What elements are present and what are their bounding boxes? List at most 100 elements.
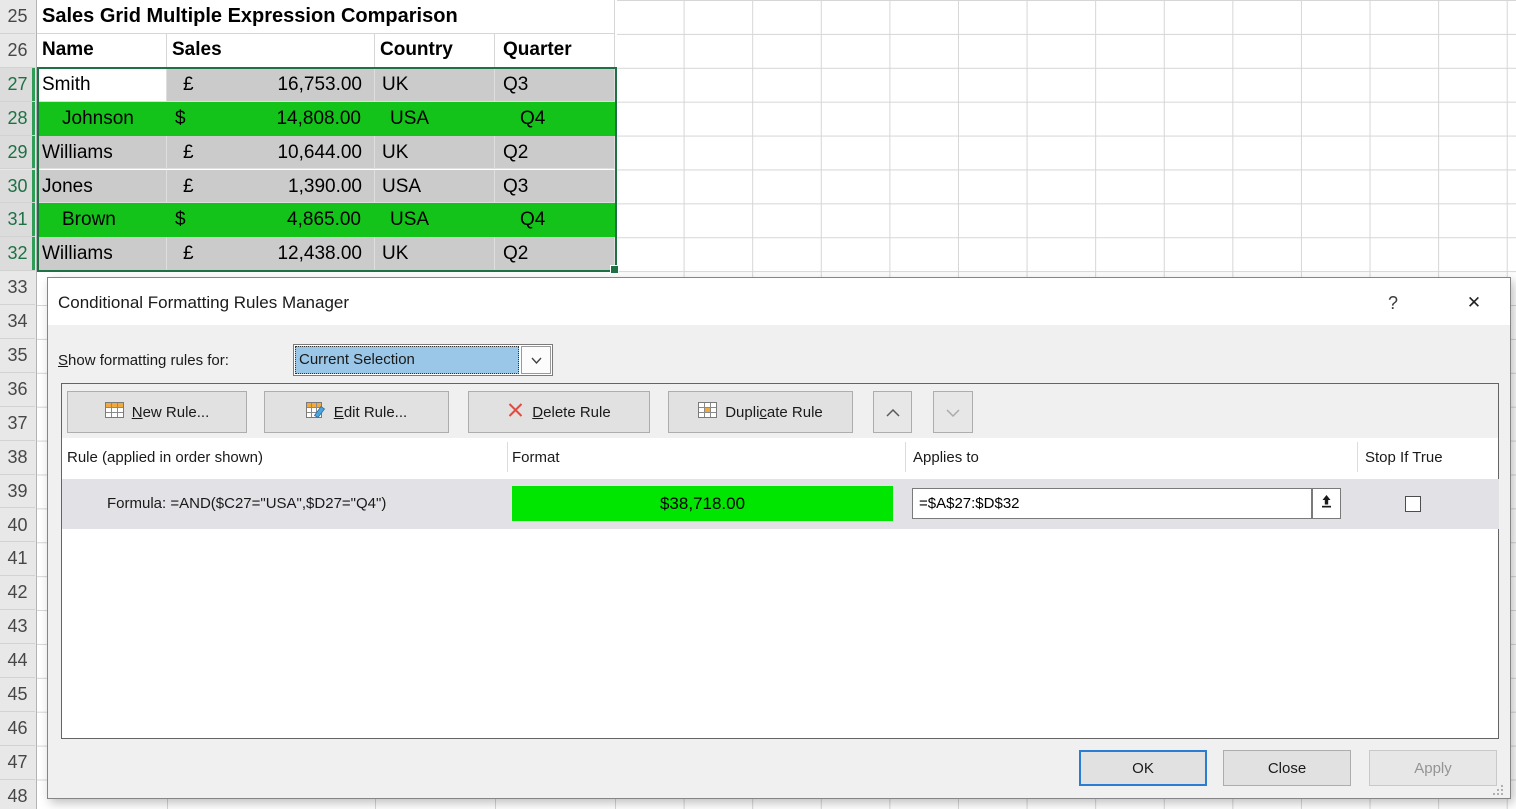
header-separator	[1357, 442, 1358, 472]
column-header-country[interactable]: Country	[375, 34, 495, 68]
cell-quarter[interactable]: Q2	[495, 136, 615, 170]
delete-rule-button[interactable]: Delete Rule	[468, 391, 650, 433]
move-rule-down-button[interactable]	[933, 391, 973, 433]
row-header-32[interactable]: 32	[0, 237, 35, 271]
table-row-27: Smith£16,753.00UKQ3	[37, 68, 615, 102]
header-format: Format	[512, 438, 560, 476]
row-header-48[interactable]: 48	[0, 780, 35, 809]
header-separator	[507, 442, 508, 472]
duplicate-rule-label: Duplicate Rule	[725, 404, 823, 421]
cell-country[interactable]: USA	[375, 102, 495, 136]
currency-symbol: £	[183, 68, 194, 101]
move-rule-up-button[interactable]	[873, 391, 912, 433]
cell-sales[interactable]: $14,808.00	[167, 102, 375, 136]
row-header-34[interactable]: 34	[0, 305, 35, 339]
cell-quarter[interactable]: Q4	[495, 203, 615, 237]
row-header-26[interactable]: 26	[0, 34, 35, 68]
cell-quarter[interactable]: Q4	[495, 102, 615, 136]
row-header-40[interactable]: 40	[0, 509, 35, 543]
delete-rule-label: Delete Rule	[532, 404, 610, 421]
new-rule-label: New Rule...	[132, 404, 210, 421]
row-header-47[interactable]: 47	[0, 746, 35, 780]
cell-name[interactable]: Smith	[37, 68, 167, 102]
rule-row[interactable]: Formula: =AND($C27="USA",$D27="Q4") $38,…	[62, 479, 1499, 529]
row-header-27[interactable]: 27	[0, 68, 35, 102]
row-header-29[interactable]: 29	[0, 136, 35, 170]
show-rules-dropdown[interactable]: Current Selection	[293, 344, 553, 376]
resize-grip[interactable]	[1492, 783, 1504, 800]
new-rule-button[interactable]: New Rule...	[67, 391, 247, 433]
show-rules-label: Show formatting rules for:	[58, 345, 229, 376]
sales-amount: 14,808.00	[276, 102, 361, 136]
sheet-title-cell[interactable]: Sales Grid Multiple Expression Compariso…	[37, 0, 615, 34]
cell-sales[interactable]: £16,753.00	[167, 68, 375, 102]
cell-country[interactable]: UK	[375, 237, 495, 271]
close-button[interactable]: Close	[1223, 750, 1351, 786]
cell-quarter[interactable]: Q3	[495, 68, 615, 102]
cell-name[interactable]: Brown	[37, 203, 167, 237]
cell-sales[interactable]: £12,438.00	[167, 237, 375, 271]
cell-country[interactable]: UK	[375, 68, 495, 102]
duplicate-rule-button[interactable]: Duplicate Rule	[668, 391, 853, 433]
row-header-43[interactable]: 43	[0, 610, 35, 644]
sales-amount: 16,753.00	[277, 68, 362, 101]
cell-country[interactable]: USA	[375, 170, 495, 204]
row-header-45[interactable]: 45	[0, 678, 35, 712]
row-header-28[interactable]: 28	[0, 102, 35, 136]
sales-amount: 10,644.00	[277, 136, 362, 169]
dialog-titlebar[interactable]: Conditional Formatting Rules Manager ? ✕	[48, 278, 1510, 325]
column-header-sales[interactable]: Sales	[167, 34, 375, 68]
cell-sales[interactable]: £10,644.00	[167, 136, 375, 170]
currency-symbol: $	[175, 203, 186, 237]
collapse-range-picker-button[interactable]	[1312, 488, 1341, 519]
cell-sales[interactable]: £1,390.00	[167, 170, 375, 204]
help-icon[interactable]: ?	[1378, 278, 1408, 325]
currency-symbol: $	[175, 102, 186, 136]
row-header-25[interactable]: 25	[0, 0, 35, 34]
close-icon[interactable]: ✕	[1453, 278, 1495, 325]
row-header-38[interactable]: 38	[0, 441, 35, 475]
excel-window: 2526272829303132333435363738394041424344…	[0, 0, 1516, 809]
row-header-33[interactable]: 33	[0, 271, 35, 305]
cell-country[interactable]: UK	[375, 136, 495, 170]
bottom-grid-strip	[37, 799, 617, 809]
row-header-41[interactable]: 41	[0, 542, 35, 576]
table-row-29: Williams£10,644.00UKQ2	[37, 136, 615, 170]
rule-format-preview: $38,718.00	[512, 486, 893, 521]
edit-rule-label: Edit Rule...	[334, 404, 407, 421]
row-header-36[interactable]: 36	[0, 373, 35, 407]
header-stop-if-true: Stop If True	[1365, 438, 1443, 476]
cell-name[interactable]: Williams	[37, 237, 167, 271]
cell-name[interactable]: Jones	[37, 170, 167, 204]
chevron-down-icon[interactable]	[521, 346, 551, 374]
stop-if-true-checkbox[interactable]	[1405, 496, 1421, 512]
row-header-44[interactable]: 44	[0, 644, 35, 678]
conditional-formatting-rules-manager-dialog: Conditional Formatting Rules Manager ? ✕…	[47, 277, 1511, 799]
ok-button[interactable]: OK	[1079, 750, 1207, 786]
edit-rule-button[interactable]: Edit Rule...	[264, 391, 449, 433]
chevron-down-icon	[946, 404, 960, 421]
currency-symbol: £	[183, 237, 194, 270]
row-header-42[interactable]: 42	[0, 576, 35, 610]
cell-quarter[interactable]: Q3	[495, 170, 615, 204]
sales-table: Sales Grid Multiple Expression Compariso…	[37, 0, 617, 277]
row-header-31[interactable]: 31	[0, 203, 35, 237]
row-header-35[interactable]: 35	[0, 339, 35, 373]
column-header-name[interactable]: Name	[37, 34, 167, 68]
cell-name[interactable]: Johnson	[37, 102, 167, 136]
cell-country[interactable]: USA	[375, 203, 495, 237]
cell-quarter[interactable]: Q2	[495, 237, 615, 271]
cell-name[interactable]: Williams	[37, 136, 167, 170]
column-header-quarter[interactable]: Quarter	[495, 34, 615, 68]
sales-amount: 4,865.00	[287, 203, 361, 237]
row-header-39[interactable]: 39	[0, 475, 35, 509]
duplicate-rule-table-icon	[698, 402, 717, 422]
row-header-37[interactable]: 37	[0, 407, 35, 441]
row-header-30[interactable]: 30	[0, 170, 35, 204]
rules-list-header-row: Rule (applied in order shown) Format App…	[62, 438, 1498, 476]
cell-sales[interactable]: $4,865.00	[167, 203, 375, 237]
applies-to-input[interactable]	[912, 488, 1312, 519]
row-header-46[interactable]: 46	[0, 712, 35, 746]
chevron-up-icon	[886, 404, 900, 421]
sales-amount: 1,390.00	[288, 170, 362, 203]
